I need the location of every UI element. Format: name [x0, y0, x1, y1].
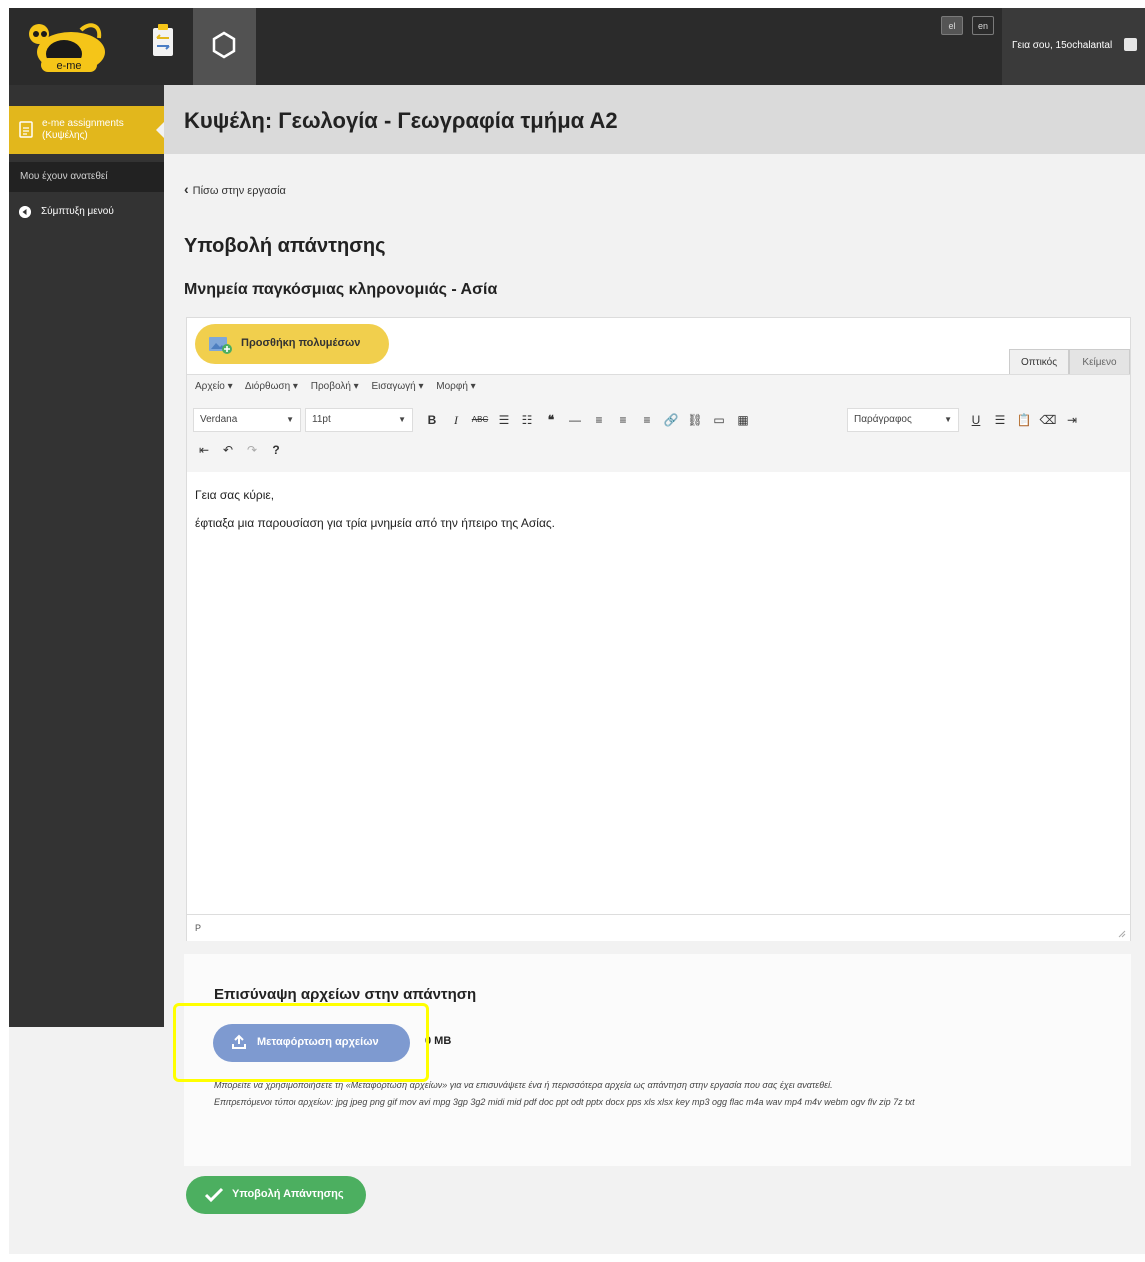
menu-view[interactable]: Προβολή ▾ — [311, 381, 359, 392]
sidebar-item-assigned-to-me[interactable]: Μου έχουν ανατεθεί — [9, 162, 164, 192]
editor-text-line: Γεια σας κύριε, — [195, 488, 275, 502]
outdent-icon[interactable]: ⇤ — [195, 441, 213, 459]
paragraph-format-select[interactable]: Παράγραφος ▼ — [847, 408, 959, 432]
redo-icon[interactable]: ↷ — [243, 441, 261, 459]
help-icon[interactable]: ? — [267, 441, 285, 459]
menu-insert[interactable]: Εισαγωγή ▾ — [371, 381, 423, 392]
menu-format[interactable]: Μορφή ▾ — [436, 381, 475, 392]
font-family-select[interactable]: Verdana ▼ — [193, 408, 301, 432]
blockquote-icon[interactable]: ❝ — [542, 411, 560, 429]
resize-handle-icon[interactable] — [1118, 930, 1126, 938]
editor-text-line: έφτιαξα μια παρουσίαση για τρία μνημεία … — [195, 516, 556, 530]
submit-answer-heading: Υποβολή απάντησης — [184, 235, 386, 257]
editor-toolbar: Αρχείο ▾ Διόρθωση ▾ Προβολή ▾ Εισαγωγή ▾… — [187, 374, 1130, 473]
font-family-value: Verdana — [200, 414, 238, 425]
menu-edit[interactable]: Διόρθωση ▾ — [245, 381, 298, 392]
allowed-file-types: Επιτρεπόμενοι τύποι αρχείων: jpg jpeg pn… — [214, 1097, 915, 1107]
highlight-annotation — [173, 1003, 429, 1082]
numbered-list-icon[interactable]: ☷ — [518, 411, 536, 429]
back-link-label: Πίσω στην εργασία — [192, 185, 286, 197]
active-indicator-arrow — [156, 122, 164, 138]
clipboard-icon — [19, 121, 33, 138]
italic-icon[interactable]: I — [447, 411, 465, 429]
rich-text-editor: Προσθήκη πολυμέσων Οπτικός Κείμενο Αρχεί… — [186, 317, 1131, 941]
font-size-value: 11pt — [312, 414, 331, 425]
chevron-left-icon: ‹ — [184, 181, 189, 197]
e-me-logo[interactable]: e-me — [9, 8, 135, 85]
add-media-button[interactable]: Προσθήκη πολυμέσων — [195, 324, 389, 364]
toolbar-toggle-icon[interactable]: ▦ — [734, 411, 752, 429]
align-center-icon[interactable]: ≡ — [614, 411, 632, 429]
top-bar: e-me el en Γεια σου, 15ochalantal — [9, 8, 1145, 85]
dropdown-caret-icon: ▼ — [944, 415, 952, 424]
user-greeting[interactable]: Γεια σου, 15ochalantal — [1012, 40, 1112, 51]
align-left-icon[interactable]: ≡ — [590, 411, 608, 429]
add-media-icon — [209, 337, 232, 354]
sidebar: e-me assignments (Κυψέλης) Μου έχουν ανα… — [9, 85, 164, 1027]
clear-formatting-icon[interactable]: ⌫ — [1039, 411, 1057, 429]
dropdown-caret-icon: ▼ — [398, 415, 406, 424]
editor-menubar: Αρχείο ▾ Διόρθωση ▾ Προβολή ▾ Εισαγωγή ▾… — [195, 381, 486, 392]
dropdown-caret-icon: ▼ — [286, 415, 294, 424]
attachments-heading: Επισύναψη αρχείων στην απάντηση — [214, 986, 477, 1003]
tab-visual[interactable]: Οπτικός — [1009, 349, 1069, 374]
assignment-title: Μνημεία παγκόσμιας κληρονομιάς - Ασία — [184, 281, 498, 298]
paragraph-format-value: Παράγραφος — [854, 414, 912, 425]
logo-text: e-me — [56, 60, 81, 72]
bullet-list-icon[interactable]: ☰ — [495, 411, 513, 429]
sidebar-item-label: e-me assignments (Κυψέλης) — [42, 118, 124, 141]
undo-icon[interactable]: ↶ — [219, 441, 237, 459]
link-icon[interactable]: 🔗 — [662, 411, 680, 429]
bold-icon[interactable]: B — [423, 411, 441, 429]
sidebar-item-assignments[interactable]: e-me assignments (Κυψέλης) — [9, 106, 164, 154]
add-media-label: Προσθήκη πολυμέσων — [241, 337, 361, 349]
user-avatar-icon[interactable] — [1124, 38, 1137, 51]
collapse-arrow-icon — [19, 206, 31, 218]
hive-nav-button[interactable] — [193, 8, 256, 85]
read-more-icon[interactable]: ▭ — [710, 411, 728, 429]
submit-answer-button[interactable]: Υποβολή Απάντησης — [186, 1176, 366, 1214]
assignments-nav-button[interactable] — [135, 8, 192, 85]
sidebar-collapse-menu[interactable]: Σύμπτυξη μενού — [9, 202, 164, 226]
page-title: Κυψέλη: Γεωλογία - Γεωγραφία τμήμα Α2 — [184, 108, 618, 133]
editor-content-area[interactable]: Γεια σας κύριε, έφτιαξα μια παρουσίαση γ… — [187, 472, 1130, 912]
align-right-icon[interactable]: ≡ — [638, 411, 656, 429]
tab-text[interactable]: Κείμενο — [1069, 349, 1130, 374]
main-header: Κυψέλη: Γεωλογία - Γεωγραφία τμήμα Α2 — [164, 85, 1145, 154]
lang-en-button[interactable]: en — [972, 16, 994, 35]
paste-text-icon[interactable]: 📋 — [1015, 411, 1033, 429]
lang-el-button[interactable]: el — [941, 16, 963, 35]
justify-icon[interactable]: ☰ — [991, 411, 1009, 429]
horizontal-line-icon[interactable]: — — [566, 411, 584, 429]
submit-answer-label: Υποβολή Απάντησης — [232, 1188, 344, 1200]
checkmark-icon — [204, 1187, 224, 1203]
unlink-icon[interactable]: ⛓ — [686, 411, 704, 429]
element-path: P — [195, 923, 202, 933]
sidebar-item-label: Μου έχουν ανατεθεί — [20, 171, 108, 182]
sidebar-item-label: Σύμπτυξη μενού — [41, 206, 114, 217]
editor-statusbar: P — [187, 914, 1130, 941]
hexagon-icon — [212, 31, 236, 59]
clipboard-icon — [153, 24, 173, 56]
back-to-assignment-link[interactable]: ‹ Πίσω στην εργασία — [184, 181, 286, 197]
indent-icon[interactable]: ⇥ — [1063, 411, 1081, 429]
menu-file[interactable]: Αρχείο ▾ — [195, 381, 233, 392]
main-content: ‹ Πίσω στην εργασία Υποβολή απάντησης Μνη… — [164, 154, 1145, 1254]
strikethrough-icon[interactable]: ABC — [471, 411, 489, 429]
font-size-select[interactable]: 11pt ▼ — [305, 408, 413, 432]
underline-icon[interactable]: U — [967, 411, 985, 429]
